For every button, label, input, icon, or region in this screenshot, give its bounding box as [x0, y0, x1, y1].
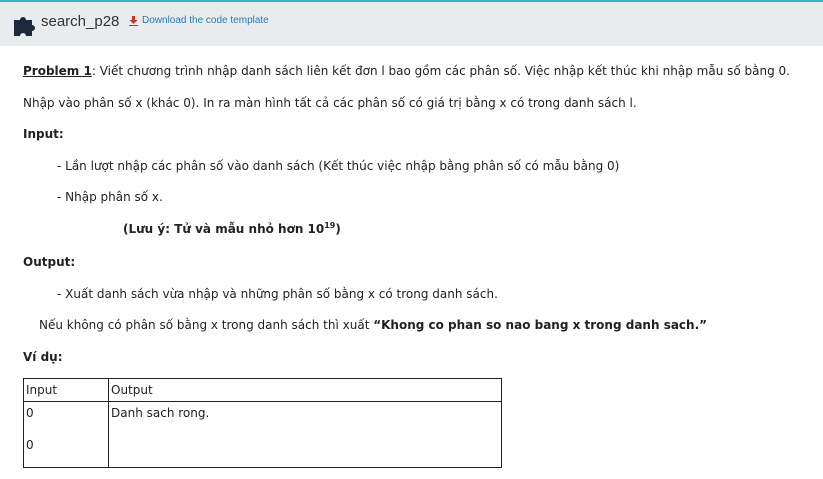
input-heading: Input:: [23, 127, 64, 141]
page-title: search_p28: [41, 13, 120, 30]
example-heading: Ví dụ:: [23, 350, 63, 364]
problem-statement-line1: Problem 1: Viết chương trình nhập danh s…: [23, 64, 790, 78]
download-icon: [129, 15, 138, 26]
header-bar: search_p28 Download the code template: [0, 2, 823, 46]
table-cell-output: Danh sach rong.: [108, 401, 502, 468]
output-item-1: - Xuất danh sách vừa nhập và những phân …: [57, 287, 498, 301]
download-label: Download the code template: [142, 15, 269, 26]
table-header-input: Input: [23, 378, 109, 402]
table-header-output: Output: [108, 378, 502, 402]
table-header-row: Input Output: [23, 378, 502, 402]
example-table: Input Output 0 0 Danh sach rong.: [23, 378, 502, 468]
download-template-link[interactable]: Download the code template: [129, 15, 269, 26]
output-heading: Output:: [23, 255, 76, 269]
puzzle-icon: [14, 17, 35, 36]
problem-label: Problem 1: [23, 64, 92, 78]
table-cell-input: 0 0: [23, 401, 109, 468]
output-note: Nếu không có phân số bằng x trong danh s…: [39, 318, 708, 332]
problem-statement-line2: Nhập vào phân số x (khác 0). In ra màn h…: [23, 96, 637, 110]
input-item-1: - Lần lượt nhập các phân số vào danh sác…: [57, 159, 620, 173]
table-row: 0 0 Danh sach rong.: [23, 401, 502, 468]
constraint-note: (Lưu ý: Tử và mẫu nhỏ hơn 1019): [123, 221, 341, 237]
input-item-2: - Nhập phân số x.: [57, 190, 163, 204]
